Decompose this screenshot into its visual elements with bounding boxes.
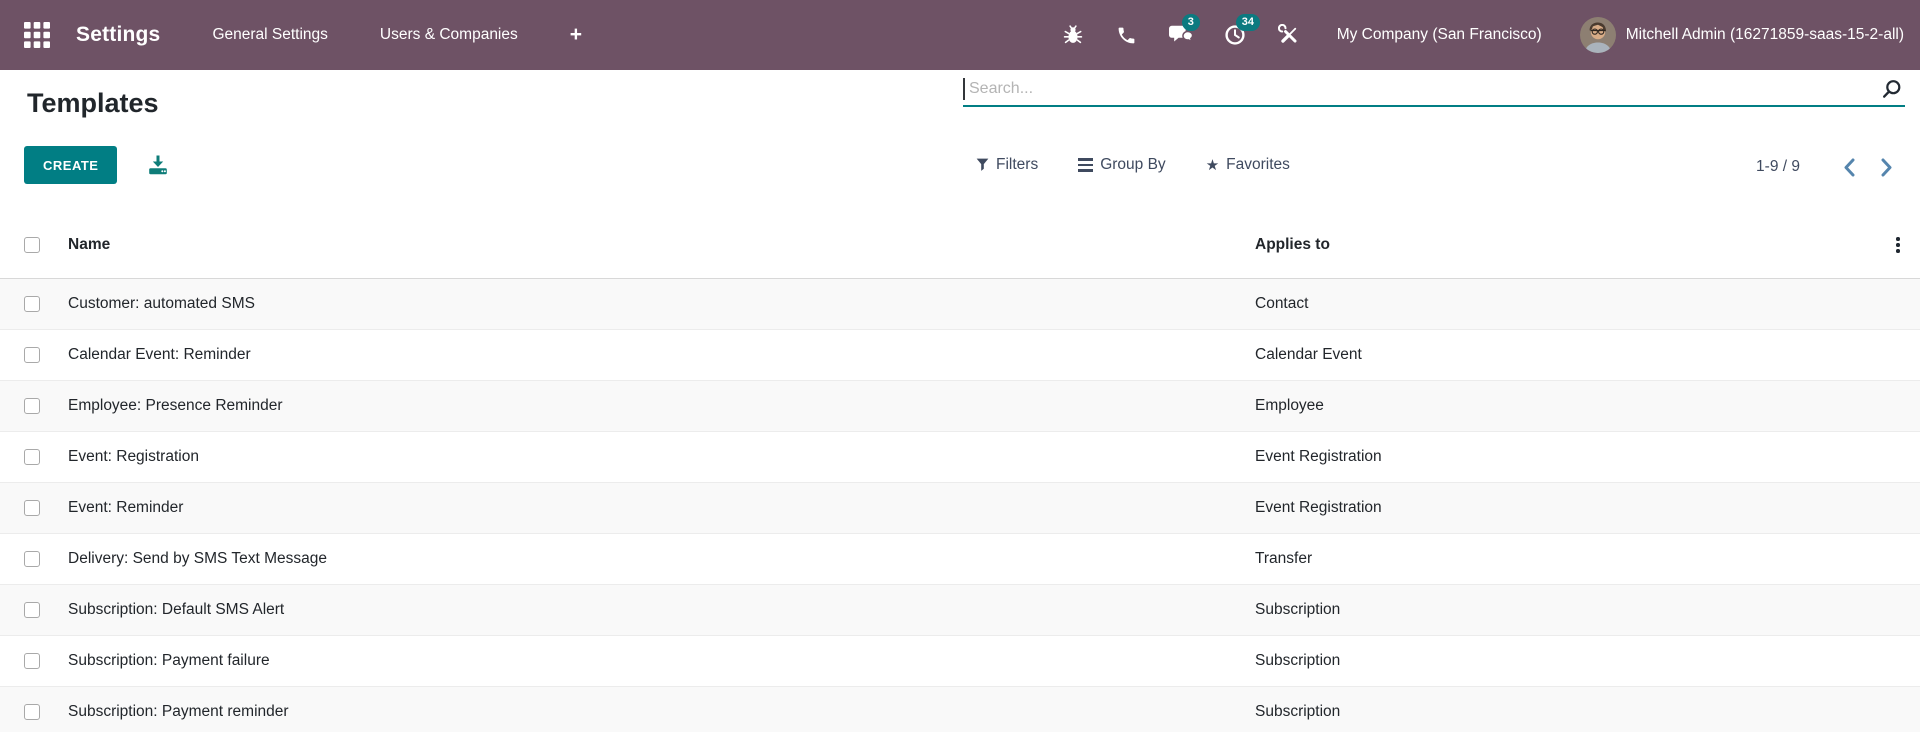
- avatar[interactable]: [1580, 17, 1616, 53]
- chevron-right-icon: [1881, 158, 1893, 177]
- row-applies-to[interactable]: Subscription: [1255, 601, 1876, 619]
- row-checkbox[interactable]: [24, 449, 40, 465]
- messages-count-badge: 3: [1182, 14, 1200, 31]
- row-name[interactable]: Employee: Presence Reminder: [68, 397, 1255, 415]
- table-row[interactable]: Delivery: Send by SMS Text Message Trans…: [0, 534, 1920, 585]
- messages-button[interactable]: 3: [1169, 23, 1193, 47]
- star-icon: ★: [1206, 158, 1219, 173]
- tools-button[interactable]: [1277, 23, 1301, 47]
- row-applies-to[interactable]: Subscription: [1255, 703, 1876, 721]
- tools-icon: [1278, 24, 1300, 46]
- filter-funnel-icon: [976, 158, 989, 172]
- search-options-bar: Filters Group By ★ Favorites: [976, 156, 1290, 174]
- download-icon: [146, 153, 170, 177]
- pager-next-button[interactable]: [1872, 152, 1902, 182]
- table-row[interactable]: Customer: automated SMS Contact: [0, 279, 1920, 330]
- search-placeholder: Search...: [969, 72, 1033, 105]
- row-applies-to[interactable]: Subscription: [1255, 652, 1876, 670]
- row-name[interactable]: Delivery: Send by SMS Text Message: [68, 550, 1255, 568]
- table-row[interactable]: Event: Registration Event Registration: [0, 432, 1920, 483]
- user-photo: [1580, 17, 1616, 53]
- voip-button[interactable]: [1115, 23, 1139, 47]
- column-header-name[interactable]: Name: [68, 236, 1255, 254]
- row-name[interactable]: Subscription: Payment failure: [68, 652, 1255, 670]
- row-applies-to[interactable]: Calendar Event: [1255, 346, 1876, 364]
- export-download-button[interactable]: [146, 153, 170, 177]
- top-navbar: Settings General Settings Users & Compan…: [0, 0, 1920, 70]
- search-input[interactable]: Search...: [963, 72, 1905, 107]
- app-title[interactable]: Settings: [76, 23, 160, 47]
- control-panel: Templates Search... CREATE Filters Group: [0, 70, 1920, 212]
- table-row[interactable]: Subscription: Payment reminder Subscript…: [0, 687, 1920, 732]
- pager: 1-9 / 9: [1756, 152, 1902, 182]
- new-menu-plus-button[interactable]: +: [570, 23, 582, 47]
- phone-icon: [1116, 25, 1137, 46]
- template-rows: Customer: automated SMS Contact Calendar…: [0, 279, 1920, 732]
- group-by-button[interactable]: Group By: [1078, 156, 1165, 174]
- row-checkbox[interactable]: [24, 653, 40, 669]
- row-applies-to[interactable]: Event Registration: [1255, 499, 1876, 517]
- table-row[interactable]: Subscription: Default SMS Alert Subscrip…: [0, 585, 1920, 636]
- row-name[interactable]: Subscription: Payment reminder: [68, 703, 1255, 721]
- pager-previous-button[interactable]: [1834, 152, 1864, 182]
- row-checkbox[interactable]: [24, 602, 40, 618]
- chevron-left-icon: [1843, 158, 1855, 177]
- activities-button[interactable]: 34: [1223, 23, 1247, 47]
- row-applies-to[interactable]: Event Registration: [1255, 448, 1876, 466]
- menu-users-companies[interactable]: Users & Companies: [380, 26, 518, 44]
- filters-button[interactable]: Filters: [976, 156, 1038, 174]
- search-icon[interactable]: [1881, 79, 1902, 105]
- debug-button[interactable]: [1061, 23, 1085, 47]
- row-checkbox[interactable]: [24, 347, 40, 363]
- table-row[interactable]: Calendar Event: Reminder Calendar Event: [0, 330, 1920, 381]
- company-switcher[interactable]: My Company (San Francisco): [1337, 26, 1542, 44]
- systray: 3 34: [1061, 23, 1301, 47]
- user-menu[interactable]: Mitchell Admin (16271859-saas-15-2-all): [1626, 26, 1904, 44]
- row-name[interactable]: Customer: automated SMS: [68, 295, 1255, 313]
- favorites-button[interactable]: ★ Favorites: [1206, 156, 1290, 174]
- pager-range: 1-9 / 9: [1756, 158, 1800, 176]
- bug-icon: [1062, 23, 1084, 47]
- row-checkbox[interactable]: [24, 398, 40, 414]
- row-name[interactable]: Subscription: Default SMS Alert: [68, 601, 1255, 619]
- row-checkbox[interactable]: [24, 704, 40, 720]
- menu-general-settings[interactable]: General Settings: [212, 26, 327, 44]
- table-row[interactable]: Subscription: Payment failure Subscripti…: [0, 636, 1920, 687]
- create-button[interactable]: CREATE: [24, 146, 117, 184]
- table-row[interactable]: Event: Reminder Event Registration: [0, 483, 1920, 534]
- row-name[interactable]: Event: Registration: [68, 448, 1255, 466]
- select-all-checkbox[interactable]: [24, 237, 40, 253]
- apps-grid-icon: [24, 22, 50, 48]
- page-title: Templates: [27, 88, 159, 119]
- row-name[interactable]: Calendar Event: Reminder: [68, 346, 1255, 364]
- group-by-icon: [1078, 158, 1093, 172]
- row-checkbox[interactable]: [24, 296, 40, 312]
- text-caret: [963, 78, 965, 100]
- row-applies-to[interactable]: Contact: [1255, 295, 1876, 313]
- row-name[interactable]: Event: Reminder: [68, 499, 1255, 517]
- row-applies-to[interactable]: Transfer: [1255, 550, 1876, 568]
- column-header-applies-to[interactable]: Applies to: [1255, 236, 1876, 254]
- table-row[interactable]: Employee: Presence Reminder Employee: [0, 381, 1920, 432]
- list-header-row: Name Applies to: [0, 212, 1920, 279]
- row-checkbox[interactable]: [24, 551, 40, 567]
- apps-menu-button[interactable]: [24, 21, 52, 49]
- row-checkbox[interactable]: [24, 500, 40, 516]
- row-applies-to[interactable]: Employee: [1255, 397, 1876, 415]
- activities-count-badge: 34: [1236, 14, 1260, 31]
- optional-columns-kebab-icon[interactable]: [1892, 233, 1904, 257]
- app-menu: General Settings Users & Companies +: [212, 23, 582, 47]
- list-view: Name Applies to Customer: automated SMS …: [0, 212, 1920, 732]
